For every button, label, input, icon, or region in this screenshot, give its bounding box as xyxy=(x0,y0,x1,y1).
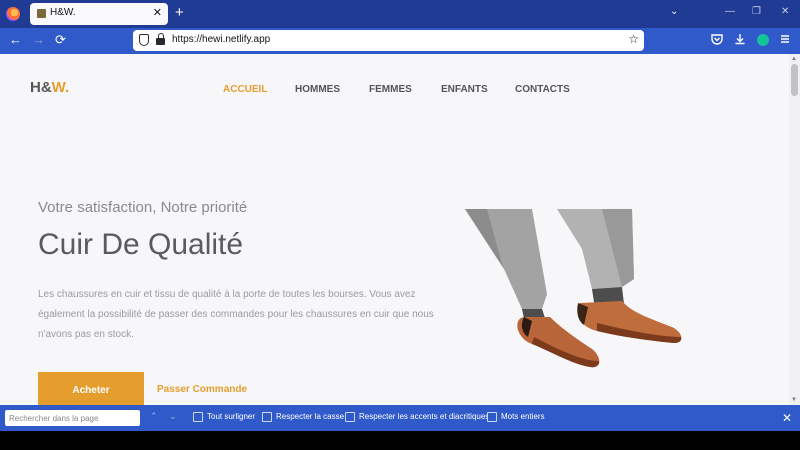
forward-button[interactable]: → xyxy=(32,33,45,47)
reload-button[interactable]: ⟳ xyxy=(55,33,66,47)
firefox-logo-icon[interactable] xyxy=(6,7,20,21)
find-close-icon[interactable]: ✕ xyxy=(782,411,792,425)
match-diacritics-label: Respecter les accents et diacritiques xyxy=(359,412,490,421)
whole-words-label: Mots entiers xyxy=(501,412,545,421)
navigation-toolbar: ← → ⟳ https://hewi.netlify.app ☆ xyxy=(0,28,800,54)
tab-title: H&W. xyxy=(50,7,76,18)
find-previous-icon[interactable]: ⌃ xyxy=(150,411,158,422)
web-page: H&W. ACCUEIL HOMMES FEMMES ENFANTS CONTA… xyxy=(0,54,789,405)
grammarly-icon[interactable] xyxy=(757,34,769,46)
url-bar[interactable]: https://hewi.netlify.app ☆ xyxy=(133,30,644,51)
checkbox-box[interactable] xyxy=(193,412,203,422)
highlight-all-label: Tout surligner xyxy=(207,412,256,421)
order-button[interactable]: Passer Commande xyxy=(157,384,247,395)
scroll-up-icon[interactable]: ▲ xyxy=(791,56,797,62)
logo-dot: . xyxy=(65,79,70,96)
url-text[interactable]: https://hewi.netlify.app xyxy=(172,34,270,45)
buy-button[interactable]: Acheter xyxy=(38,372,144,405)
hero-description: Les chaussures en cuir et tissu de quali… xyxy=(38,289,434,340)
logo-prefix: H& xyxy=(30,79,52,96)
checkbox-box[interactable] xyxy=(487,412,497,422)
tab-bar: H&W. ✕ + ⌄ — ❐ ✕ xyxy=(0,0,800,28)
screen-edge xyxy=(0,431,800,450)
find-input[interactable] xyxy=(5,410,140,426)
browser-window: H&W. ✕ + ⌄ — ❐ ✕ ← → ⟳ https://hewi.netl… xyxy=(0,0,800,450)
checkbox-box[interactable] xyxy=(345,412,355,422)
hero-headline: Cuir De Qualité xyxy=(38,228,244,261)
hero-subtitle: Votre satisfaction, Notre priorité xyxy=(38,199,248,216)
find-next-icon[interactable]: ⌄ xyxy=(169,411,177,422)
logo-w: W xyxy=(51,79,66,96)
lock-icon[interactable] xyxy=(156,33,165,45)
tab-close-icon[interactable]: ✕ xyxy=(153,6,162,19)
page-scrollbar[interactable]: ▲ ▼ xyxy=(789,54,800,405)
site-logo[interactable]: H&W. xyxy=(30,79,69,96)
new-tab-button[interactable]: + xyxy=(175,4,184,22)
restore-button[interactable]: ❐ xyxy=(752,6,761,17)
scroll-down-icon[interactable]: ▼ xyxy=(791,397,797,403)
nav-contacts[interactable]: CONTACTS xyxy=(515,84,570,95)
favicon-icon xyxy=(37,9,46,18)
scroll-thumb[interactable] xyxy=(791,64,798,96)
window-close-button[interactable]: ✕ xyxy=(781,6,789,17)
match-case-label: Respecter la casse xyxy=(276,412,345,421)
active-tab[interactable]: H&W. ✕ xyxy=(30,3,168,25)
download-icon[interactable] xyxy=(733,33,747,47)
minimize-button[interactable]: — xyxy=(725,6,735,17)
menu-icon[interactable] xyxy=(778,33,792,47)
hero-shoes-image xyxy=(465,209,682,368)
list-tabs-button[interactable]: ⌄ xyxy=(670,6,678,17)
nav-femmes[interactable]: FEMMES xyxy=(369,84,412,95)
shield-icon[interactable] xyxy=(139,34,149,46)
checkbox-box[interactable] xyxy=(262,412,272,422)
find-bar: ⌃ ⌄ Tout surligner Respecter la casse Re… xyxy=(0,405,800,431)
nav-enfants[interactable]: ENFANTS xyxy=(441,84,488,95)
pocket-icon[interactable] xyxy=(710,33,724,47)
nav-hommes[interactable]: HOMMES xyxy=(295,84,340,95)
nav-accueil[interactable]: ACCUEIL xyxy=(223,84,267,95)
star-icon[interactable]: ☆ xyxy=(628,32,639,46)
back-button[interactable]: ← xyxy=(9,33,22,47)
